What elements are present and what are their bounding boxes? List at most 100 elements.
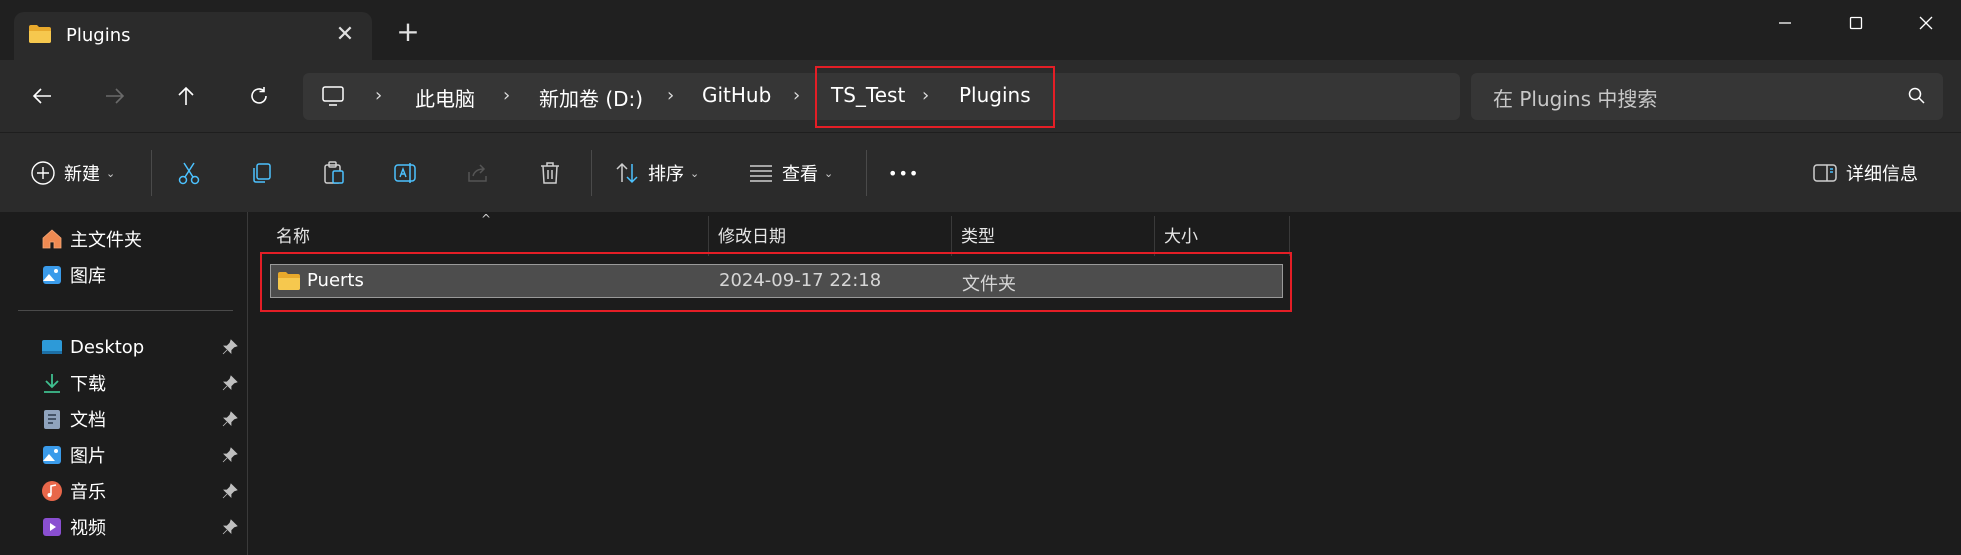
sidebar-item-label: Desktop — [70, 336, 145, 358]
refresh-button[interactable] — [241, 78, 277, 114]
new-button[interactable]: 新建 ⌄ — [30, 153, 115, 193]
delete-button[interactable] — [537, 153, 563, 193]
forward-button[interactable] — [97, 78, 133, 114]
column-header-name[interactable]: 名称 — [276, 222, 310, 247]
chevron-right-icon: › — [793, 85, 801, 106]
trash-icon — [541, 162, 559, 184]
sidebar-item-documents[interactable]: 文档 — [40, 404, 106, 434]
highlight-box-breadcrumb — [815, 66, 1055, 128]
search-icon — [1908, 87, 1925, 104]
sidebar-item-desktop[interactable]: Desktop — [40, 332, 144, 362]
sort-button-label: 排序 — [648, 164, 684, 185]
toolbar-divider — [591, 150, 592, 196]
download-icon — [40, 371, 64, 395]
paste-button[interactable] — [321, 153, 347, 193]
home-icon — [40, 227, 64, 251]
sidebar-item-label: 视频 — [70, 518, 106, 539]
window-tab[interactable]: Plugins ✕ — [14, 12, 372, 60]
new-button-label: 新建 — [64, 164, 100, 185]
minimize-icon — [1779, 22, 1791, 24]
sidebar-item-home[interactable]: 主文件夹 — [40, 224, 142, 254]
column-header-type[interactable]: 类型 — [961, 222, 995, 247]
details-pane-label: 详细信息 — [1846, 164, 1918, 185]
tab-title: Plugins — [66, 25, 131, 46]
search-box[interactable]: 在 Plugins 中搜索 — [1471, 73, 1943, 120]
column-header-size[interactable]: 大小 — [1164, 222, 1198, 247]
sidebar-divider — [18, 310, 233, 311]
paste-icon — [324, 161, 344, 184]
maximize-button[interactable] — [1826, 6, 1886, 40]
rename-button[interactable] — [393, 153, 419, 193]
chevron-down-icon: ⌄ — [824, 166, 834, 180]
breadcrumb-drive-d[interactable]: 新加卷 (D:) — [539, 83, 643, 112]
pin-icon — [222, 375, 238, 391]
arrow-up-icon — [178, 86, 194, 105]
navigation-bar: › 此电脑 › 新加卷 (D:) › GitHub › TS_Test › Pl… — [0, 60, 1961, 132]
videos-icon — [40, 515, 64, 539]
documents-icon — [40, 407, 64, 431]
back-button[interactable] — [24, 78, 60, 114]
share-button[interactable] — [465, 153, 491, 193]
close-window-button[interactable] — [1896, 6, 1956, 40]
copy-icon — [253, 163, 271, 183]
music-icon — [40, 479, 64, 503]
column-divider[interactable] — [1289, 216, 1290, 256]
sidebar-item-downloads[interactable]: 下载 — [40, 368, 106, 398]
view-list-icon — [750, 165, 772, 182]
sidebar-item-gallery[interactable]: 图库 — [40, 260, 106, 290]
sidebar-item-music[interactable]: 音乐 — [40, 476, 106, 506]
sidebar-item-label: 文档 — [70, 410, 106, 431]
chevron-right-icon: › — [667, 85, 675, 106]
highlight-box-row — [260, 252, 1292, 312]
cut-icon — [178, 162, 200, 185]
gallery-icon — [40, 263, 64, 287]
pin-icon — [222, 447, 238, 463]
column-divider[interactable] — [1154, 216, 1155, 256]
breadcrumb-github[interactable]: GitHub — [702, 83, 771, 107]
file-list: ^ 名称 修改日期 类型 大小 Puerts 2024-09-17 22:18 … — [249, 212, 1961, 555]
view-button-label: 查看 — [782, 164, 818, 185]
title-bar: Plugins ✕ + — [0, 0, 1961, 60]
chevron-down-icon: ⌄ — [690, 166, 700, 180]
column-divider[interactable] — [708, 216, 709, 256]
navigation-pane: 主文件夹 图库 Desktop 下载 文档 图片 音乐 视频 — [0, 212, 248, 555]
plus-circle-icon — [31, 161, 55, 185]
close-tab-icon[interactable]: ✕ — [332, 22, 358, 48]
details-pane-button[interactable]: 详细信息 — [1812, 153, 1918, 193]
desktop-icon — [40, 335, 64, 359]
details-pane-icon — [1813, 164, 1837, 182]
folder-icon — [29, 25, 51, 43]
minimize-button[interactable] — [1755, 6, 1815, 40]
rename-icon — [394, 163, 416, 183]
command-bar: 新建 ⌄ 排序 ⌄ 查看 ⌄ ••• 详细信息 — [0, 132, 1961, 212]
more-options-button[interactable]: ••• — [888, 153, 919, 193]
cut-button[interactable] — [176, 153, 202, 193]
sidebar-item-label: 主文件夹 — [70, 230, 142, 251]
pictures-icon — [40, 443, 64, 467]
pin-icon — [222, 519, 238, 535]
sidebar-item-videos[interactable]: 视频 — [40, 512, 106, 542]
view-button[interactable]: 查看 ⌄ — [748, 153, 833, 193]
refresh-icon — [251, 87, 267, 104]
column-divider[interactable] — [951, 216, 952, 256]
sidebar-item-label: 图库 — [70, 266, 106, 287]
sidebar-item-pictures[interactable]: 图片 — [40, 440, 106, 470]
this-pc-icon — [322, 86, 344, 106]
up-button[interactable] — [168, 78, 204, 114]
breadcrumb-this-pc[interactable]: 此电脑 — [415, 83, 475, 112]
copy-button[interactable] — [249, 153, 275, 193]
column-header-modified[interactable]: 修改日期 — [718, 222, 786, 247]
share-icon — [468, 164, 487, 182]
pin-icon — [222, 483, 238, 499]
sort-button[interactable]: 排序 ⌄ — [614, 153, 699, 193]
sort-ascending-icon: ^ — [481, 212, 492, 226]
search-input[interactable]: 在 Plugins 中搜索 — [1493, 83, 1657, 112]
arrow-right-icon — [106, 88, 125, 104]
new-tab-button[interactable]: + — [393, 17, 423, 47]
sidebar-item-label: 下载 — [70, 374, 106, 395]
close-icon — [1919, 16, 1933, 30]
pin-icon — [222, 411, 238, 427]
toolbar-divider — [151, 150, 152, 196]
maximize-icon — [1849, 16, 1863, 30]
toolbar-divider — [866, 150, 867, 196]
